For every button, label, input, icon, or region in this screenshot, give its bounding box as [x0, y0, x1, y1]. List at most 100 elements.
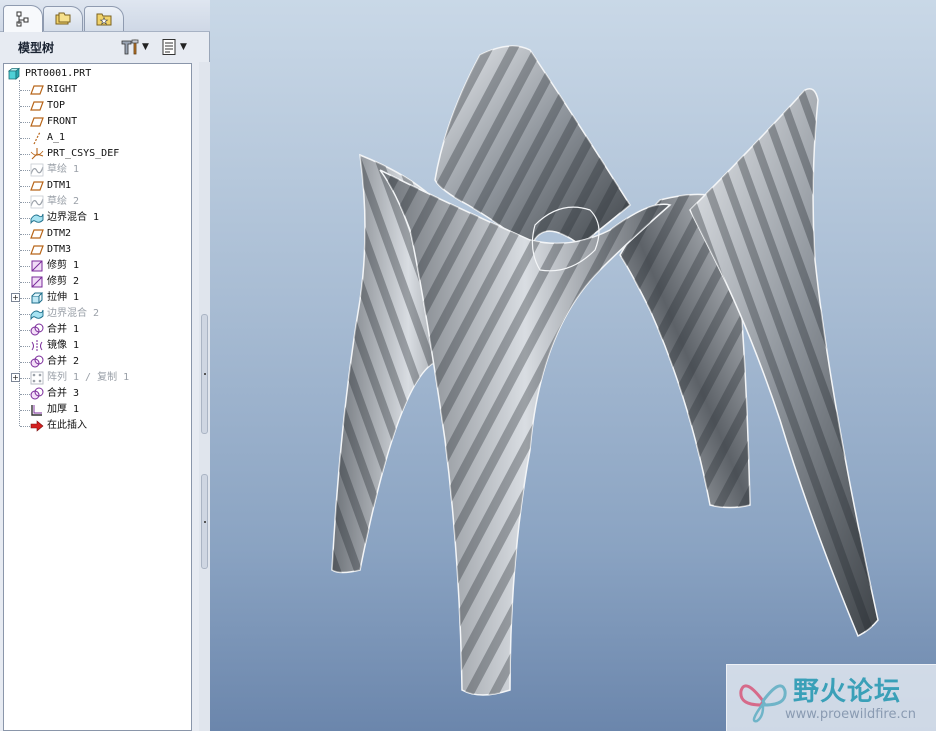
tree-item-label: A_1: [47, 132, 66, 143]
tree-item-label: DTM3: [47, 244, 72, 255]
chevron-down-icon: ▼: [142, 42, 149, 52]
tree-connector-line: [20, 106, 30, 107]
tree-item[interactable]: FRONT: [4, 114, 191, 130]
tree-item-label: 阵列 1 / 复制 1: [47, 372, 130, 383]
sketch-icon: [30, 163, 44, 177]
tree-item[interactable]: RIGHT: [4, 82, 191, 98]
splitter-grip[interactable]: [201, 314, 208, 434]
tree-connector-line: [20, 266, 30, 267]
graphics-viewport[interactable]: 野火论坛 www.proewildfire.cn: [210, 0, 936, 731]
3d-model-surface: [331, 45, 879, 696]
tree-connector-line: [20, 154, 30, 155]
coordinate-system-icon: [30, 148, 44, 160]
tab-model-tree[interactable]: [3, 5, 43, 32]
tree-expand-toggle[interactable]: +: [11, 293, 20, 302]
tree-item[interactable]: 修剪 1: [4, 258, 191, 274]
tree-item-label: 加厚 1: [47, 404, 80, 415]
tree-item-label: 合并 2: [47, 356, 80, 367]
insert-here-arrow-icon: [30, 420, 44, 432]
splitter-grip[interactable]: [201, 474, 208, 569]
tree-item-label: 拉伸 1: [47, 292, 80, 303]
merge-icon: [30, 323, 44, 336]
tree-item[interactable]: 阵列 1 / 复制 1: [4, 370, 191, 386]
tree-item-label: PRT0001.PRT: [25, 68, 92, 79]
datum-plane-icon: [30, 85, 44, 95]
datum-plane-icon: [30, 181, 44, 191]
model-tree-title: 模型树: [18, 41, 55, 55]
tree-item-label: TOP: [47, 100, 66, 111]
tree-connector-line: [20, 394, 30, 395]
tree-connector-line: [20, 362, 30, 363]
tree-item-label: 镜像 1: [47, 340, 80, 351]
datum-plane-icon: [30, 229, 44, 239]
tree-item[interactable]: PRT_CSYS_DEF: [4, 146, 191, 162]
tree-connector-line: [20, 186, 30, 187]
tree-item-label: 合并 3: [47, 388, 80, 399]
tree-item-label: DTM1: [47, 180, 72, 191]
tree-item[interactable]: 加厚 1: [4, 402, 191, 418]
tree-connector-line: [20, 202, 30, 203]
tree-connector-line: [20, 122, 30, 123]
datum-axis-icon: [33, 131, 41, 145]
tree-connector-line: [20, 346, 30, 347]
model-tree-icon: [16, 11, 29, 27]
chevron-down-icon: ▼: [180, 42, 187, 52]
tree-item[interactable]: 拉伸 1: [4, 290, 191, 306]
tree-item[interactable]: 合并 1: [4, 322, 191, 338]
tree-item-label: DTM2: [47, 228, 72, 239]
tree-connector-line: [20, 90, 30, 91]
tree-item-label: 合并 1: [47, 324, 80, 335]
part-icon: [7, 67, 21, 80]
tree-item[interactable]: DTM1: [4, 178, 191, 194]
tree-connector-line: [20, 314, 30, 315]
merge-icon: [30, 355, 44, 368]
tree-item[interactable]: DTM3: [4, 242, 191, 258]
navigator-panel: 模型树 ▼ ▼ PRT0001.PRT RIGHT TOP FRONT A_1 …: [0, 0, 210, 731]
tree-item[interactable]: 镜像 1: [4, 338, 191, 354]
butterfly-logo-icon: [739, 684, 787, 723]
watermark-url: www.proewildfire.cn: [785, 707, 916, 722]
tree-item[interactable]: A_1: [4, 130, 191, 146]
tree-item-label: 边界混合 2: [47, 308, 100, 319]
panel-splitter[interactable]: [199, 62, 210, 731]
mirror-icon: [31, 340, 43, 352]
tree-root-item[interactable]: PRT0001.PRT: [4, 66, 191, 82]
tab-folder-browser[interactable]: [43, 6, 83, 31]
tree-item[interactable]: 边界混合 2: [4, 306, 191, 322]
tree-connector-line: [20, 410, 30, 411]
tree-item[interactable]: 在此插入: [4, 418, 191, 434]
tree-item-label: FRONT: [47, 116, 78, 127]
tree-item[interactable]: DTM2: [4, 226, 191, 242]
favorites-icon: [96, 13, 112, 26]
tree-expand-toggle[interactable]: +: [11, 373, 20, 382]
merge-icon: [30, 387, 44, 400]
list-columns-icon: [162, 39, 176, 55]
tree-connector-line: [20, 282, 30, 283]
tree-item[interactable]: 边界混合 1: [4, 210, 191, 226]
tree-connector-line: [20, 330, 30, 331]
tree-item[interactable]: TOP: [4, 98, 191, 114]
boundary-blend-icon: [30, 213, 44, 225]
boundary-blend-icon: [30, 309, 44, 321]
thicken-icon: [31, 405, 42, 416]
tree-item-label: 草绘 1: [47, 164, 80, 175]
forum-watermark: 野火论坛 www.proewildfire.cn: [726, 664, 936, 731]
tree-item-label: 在此插入: [47, 420, 87, 431]
tree-item[interactable]: 修剪 2: [4, 274, 191, 290]
tree-item[interactable]: 草绘 1: [4, 162, 191, 178]
tree-item[interactable]: 合并 2: [4, 354, 191, 370]
tree-show-button[interactable]: ▼: [160, 37, 192, 57]
datum-plane-icon: [30, 101, 44, 111]
tree-item[interactable]: 草绘 2: [4, 194, 191, 210]
tree-item[interactable]: 合并 3: [4, 386, 191, 402]
tree-connector-line: [20, 426, 30, 427]
watermark-title: 野火论坛: [793, 677, 902, 707]
tab-favorites[interactable]: [84, 6, 124, 31]
model-tree-header: 模型树 ▼ ▼: [0, 33, 210, 61]
tree-connector-line: [20, 234, 30, 235]
sketch-icon: [30, 195, 44, 209]
tree-item-label: 修剪 2: [47, 276, 80, 287]
tree-settings-button[interactable]: ▼: [120, 37, 152, 57]
settings-tools-icon: [121, 39, 139, 55]
navigator-tab-strip: [0, 0, 210, 32]
